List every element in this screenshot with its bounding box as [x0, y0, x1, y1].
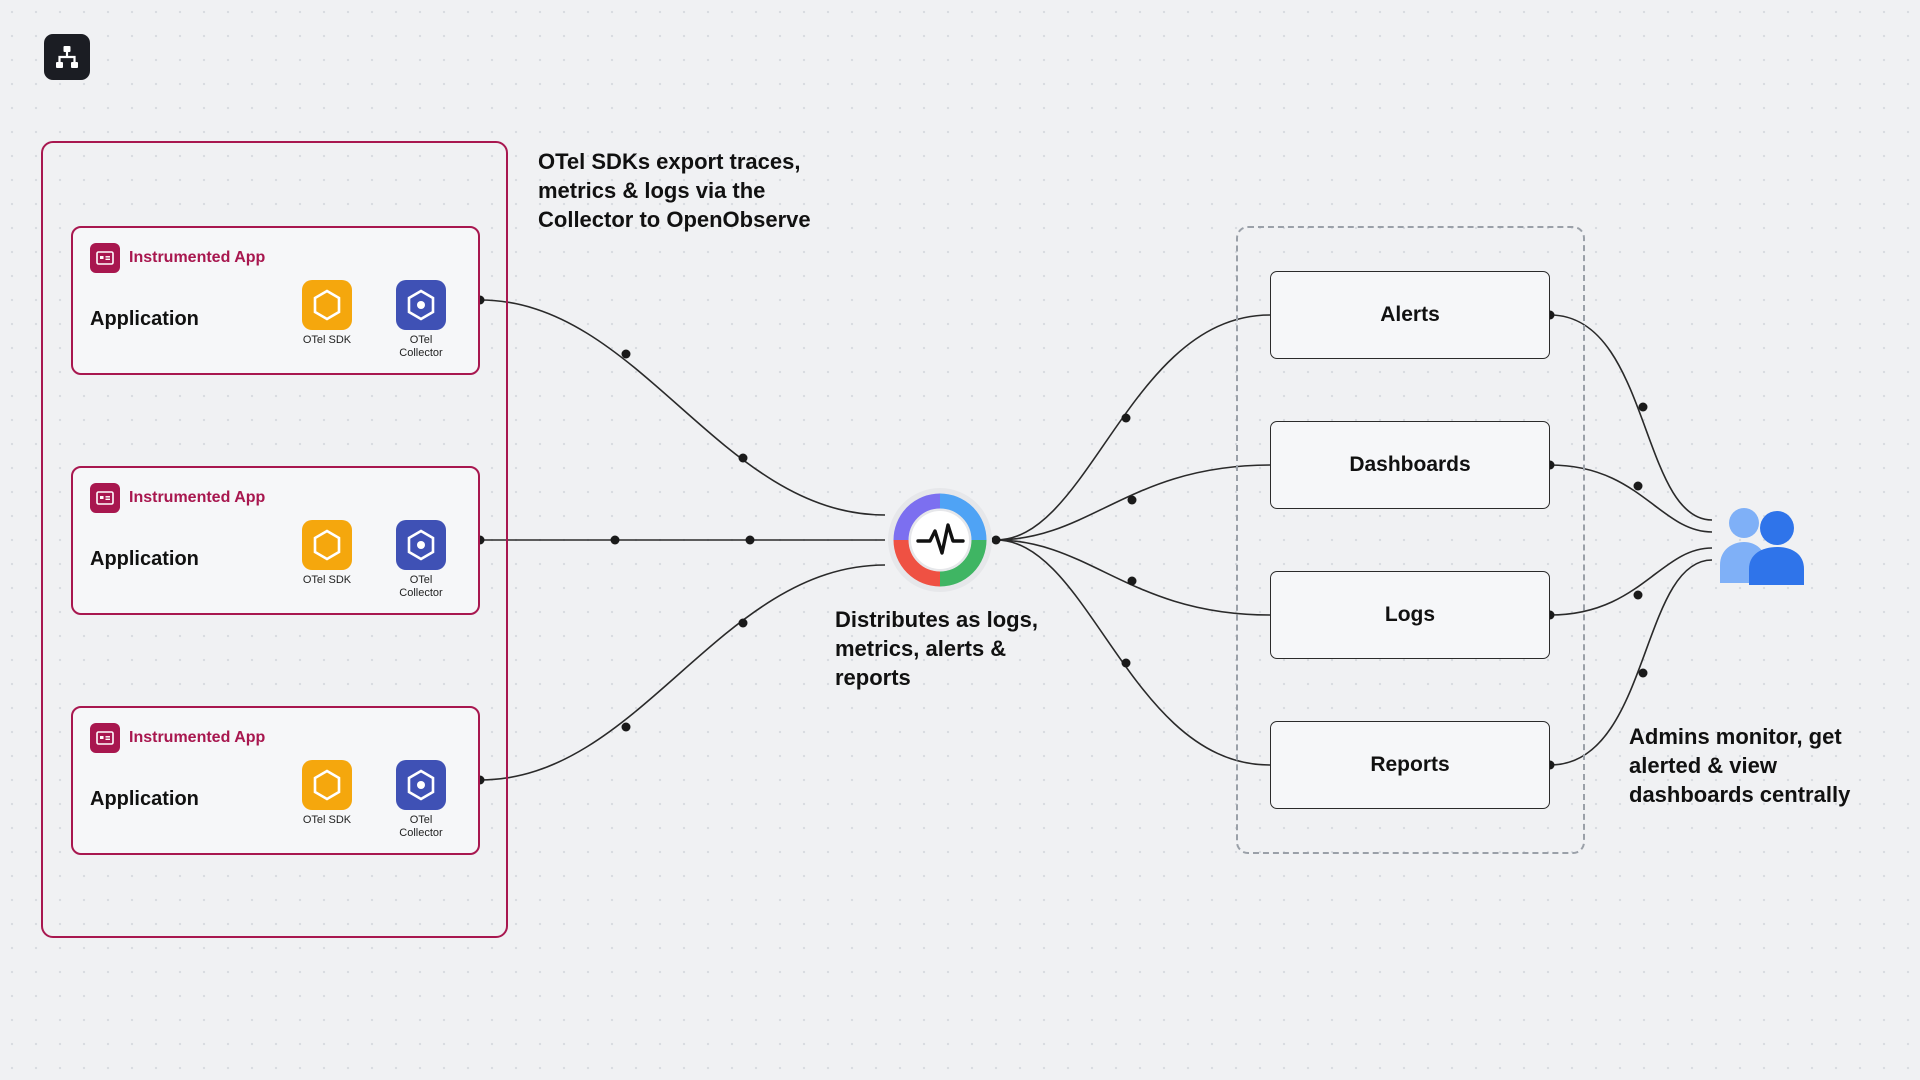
- wire-hub-logs: [995, 539, 1271, 616]
- wire-dot: [1121, 658, 1131, 668]
- destination-reports[interactable]: Reports: [1270, 721, 1550, 809]
- wire-dot: [1638, 668, 1648, 678]
- pulse-icon: [888, 488, 992, 592]
- app-title: Application: [90, 308, 199, 330]
- openobserve-hub[interactable]: [887, 487, 993, 593]
- wire-dot: [1633, 590, 1643, 600]
- hexagon-dot-icon: [396, 280, 446, 330]
- wire-dot: [1127, 495, 1137, 505]
- caption-admins: Admins monitor, get alerted & view dashb…: [1629, 724, 1851, 807]
- otel-collector-label: OTel Collector: [399, 334, 443, 359]
- wire-dot: [621, 722, 631, 732]
- app-title: Application: [90, 788, 199, 810]
- otel-collector: OTel Collector: [383, 520, 459, 600]
- hexagon-icon: [302, 280, 352, 330]
- otel-sdk-label: OTel SDK: [302, 334, 352, 346]
- destination-alerts[interactable]: Alerts: [1270, 271, 1550, 359]
- caption-distribute: Distributes as logs, metrics, alerts & r…: [835, 607, 1038, 690]
- wire-dot: [745, 535, 755, 545]
- wire-dot: [1127, 576, 1137, 586]
- otel-sdk-label: OTel SDK: [302, 814, 352, 826]
- destination-dashboards[interactable]: Dashboards: [1270, 421, 1550, 509]
- wire-dot: [621, 349, 631, 359]
- otel-collector: OTel Collector: [383, 760, 459, 840]
- wire-dot: [610, 535, 620, 545]
- app-badge: Instrumented App: [90, 243, 265, 273]
- app-window-icon: [90, 723, 120, 753]
- wire-dot: [1121, 413, 1131, 423]
- app-title: Application: [90, 548, 199, 570]
- wire-dot: [738, 453, 748, 463]
- hexagon-dot-icon: [396, 520, 446, 570]
- app-badge-label: Instrumented App: [129, 729, 266, 746]
- sitemap-icon: [44, 34, 90, 80]
- wire-dot: [1638, 402, 1648, 412]
- otel-sdk: OTel SDK: [289, 520, 365, 587]
- otel-sdk: OTel SDK: [289, 280, 365, 347]
- hexagon-icon: [302, 760, 352, 810]
- otel-collector-label: OTel Collector: [399, 574, 443, 599]
- wire-dot: [1633, 481, 1643, 491]
- app-card[interactable]: Instrumented App Application OTel SDK OT…: [71, 226, 480, 375]
- wire-hub-dashboards: [995, 464, 1271, 541]
- wire-hub-alerts: [995, 314, 1271, 541]
- hexagon-icon: [302, 520, 352, 570]
- wire-app3-hub: [479, 564, 886, 781]
- caption-export: OTel SDKs export traces, metrics & logs …: [538, 149, 811, 232]
- app-window-icon: [90, 243, 120, 273]
- otel-collector: OTel Collector: [383, 280, 459, 360]
- otel-sdk-label: OTel SDK: [302, 574, 352, 586]
- app-card[interactable]: Instrumented App Application OTel SDK OT…: [71, 466, 480, 615]
- app-badge-label: Instrumented App: [129, 249, 266, 266]
- users-icon: [1716, 505, 1808, 585]
- wire-dot: [738, 618, 748, 628]
- wire-app1-hub: [479, 299, 886, 516]
- otel-sdk: OTel SDK: [289, 760, 365, 827]
- destination-logs[interactable]: Logs: [1270, 571, 1550, 659]
- app-badge-label: Instrumented App: [129, 489, 266, 506]
- app-badge: Instrumented App: [90, 483, 265, 513]
- otel-collector-label: OTel Collector: [399, 814, 443, 839]
- hexagon-dot-icon: [396, 760, 446, 810]
- app-card[interactable]: Instrumented App Application OTel SDK OT…: [71, 706, 480, 855]
- app-window-icon: [90, 483, 120, 513]
- app-badge: Instrumented App: [90, 723, 265, 753]
